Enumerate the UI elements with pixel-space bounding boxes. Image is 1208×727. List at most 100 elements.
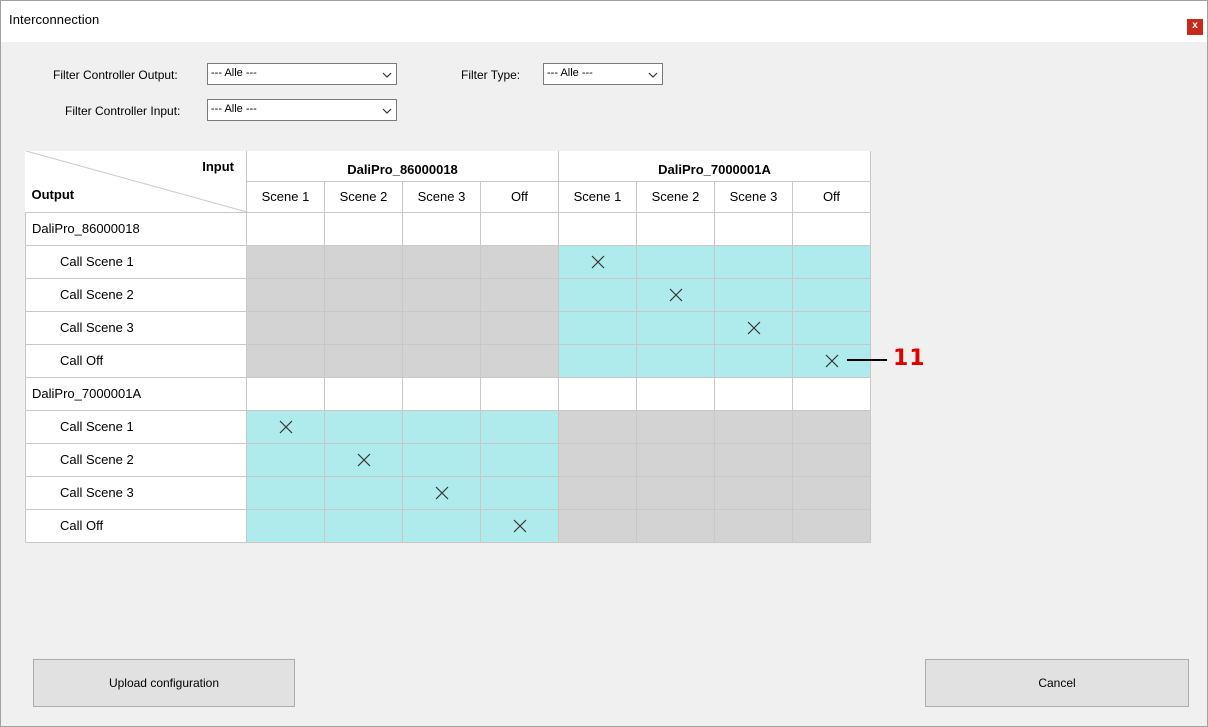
output-row-label: Call Off <box>25 508 247 543</box>
connection-cell[interactable] <box>402 442 481 477</box>
connection-cell[interactable] <box>480 475 559 510</box>
output-row-label: Call Scene 2 <box>25 277 247 312</box>
connection-cell <box>246 277 325 312</box>
connection-cell[interactable] <box>324 409 403 444</box>
connection-x-icon <box>669 288 682 301</box>
input-column-header: Scene 3 <box>402 180 481 213</box>
connection-cell <box>324 310 403 345</box>
cancel-button[interactable]: Cancel <box>925 659 1189 707</box>
chevron-down-icon <box>382 108 392 114</box>
input-column-header: Scene 3 <box>714 180 793 213</box>
output-group-header: DaliPro_7000001A <box>25 376 247 411</box>
connection-cell <box>558 409 637 444</box>
filter-output-select[interactable]: --- Alle --- <box>207 63 397 85</box>
filter-input-select[interactable]: --- Alle --- <box>207 99 397 121</box>
group-spacer-cell <box>636 211 715 246</box>
connection-cell[interactable] <box>714 343 793 378</box>
input-column-header: Scene 1 <box>558 180 637 213</box>
output-row-label: Call Scene 1 <box>25 244 247 279</box>
connection-cell[interactable] <box>246 508 325 543</box>
connection-x-icon <box>357 453 370 466</box>
connection-cell <box>480 343 559 378</box>
group-spacer-cell <box>480 376 559 411</box>
connection-cell <box>558 475 637 510</box>
connection-cell[interactable] <box>636 310 715 345</box>
connection-cell[interactable] <box>324 475 403 510</box>
group-spacer-cell <box>558 376 637 411</box>
output-row-label: Call Scene 1 <box>25 409 247 444</box>
input-group-header: DaliPro_7000001A <box>558 151 871 182</box>
connection-cell[interactable] <box>324 508 403 543</box>
connection-cell[interactable] <box>402 508 481 543</box>
connection-cell <box>792 442 871 477</box>
connection-cell <box>714 409 793 444</box>
table-row: Call Scene 3 <box>25 475 871 510</box>
table-row: Call Scene 1 <box>25 244 871 279</box>
connection-cell[interactable] <box>636 343 715 378</box>
output-row-label: Call Scene 3 <box>25 475 247 510</box>
connection-cell <box>480 244 559 279</box>
connection-cell <box>792 475 871 510</box>
connection-cell <box>792 409 871 444</box>
output-row-label: Call Off <box>25 343 247 378</box>
connection-cell[interactable] <box>714 244 793 279</box>
connection-cell[interactable] <box>636 244 715 279</box>
connection-cell <box>480 277 559 312</box>
connection-cell[interactable] <box>636 277 715 312</box>
connection-cell[interactable] <box>246 409 325 444</box>
connection-cell <box>714 475 793 510</box>
connection-cell <box>402 343 481 378</box>
connection-cell[interactable] <box>792 277 871 312</box>
connection-cell[interactable] <box>558 277 637 312</box>
connection-cell <box>636 508 715 543</box>
connection-cell[interactable] <box>792 244 871 279</box>
group-spacer-cell <box>324 211 403 246</box>
group-spacer-cell <box>636 376 715 411</box>
group-spacer-cell <box>714 211 793 246</box>
group-spacer-cell <box>714 376 793 411</box>
connection-cell[interactable] <box>246 475 325 510</box>
matrix-corner: Input Output <box>25 151 247 213</box>
interconnection-matrix: Input Output DaliPro_86000018 DaliPro_70… <box>25 151 871 543</box>
connection-cell <box>246 343 325 378</box>
connection-cell <box>480 310 559 345</box>
table-row: Call Scene 1 <box>25 409 871 444</box>
connection-cell[interactable] <box>558 343 637 378</box>
table-row: Call Off <box>25 343 871 378</box>
filter-input-label: Filter Controller Input: <box>65 104 181 118</box>
close-button[interactable]: x <box>1187 19 1203 35</box>
connection-cell <box>246 310 325 345</box>
connection-cell[interactable] <box>402 409 481 444</box>
annotation-number: 11 <box>893 346 926 371</box>
connection-cell[interactable] <box>324 442 403 477</box>
input-column-header: Scene 2 <box>324 180 403 213</box>
connection-cell <box>402 310 481 345</box>
corner-output-label: Output <box>31 186 75 202</box>
connection-cell[interactable] <box>792 310 871 345</box>
upload-configuration-button[interactable]: Upload configuration <box>33 659 295 707</box>
connection-cell <box>324 343 403 378</box>
connection-cell[interactable] <box>480 409 559 444</box>
connection-cell[interactable] <box>480 508 559 543</box>
input-column-header: Scene 2 <box>636 180 715 213</box>
group-spacer-cell <box>480 211 559 246</box>
annotation-leader-line <box>847 359 887 361</box>
connection-cell[interactable] <box>402 475 481 510</box>
interconnection-window: Interconnection x Filter Controller Outp… <box>0 0 1208 727</box>
connection-cell[interactable] <box>558 310 637 345</box>
filter-type-value: --- Alle --- <box>547 67 593 79</box>
chevron-down-icon <box>648 72 658 78</box>
filter-input-value: --- Alle --- <box>211 103 257 115</box>
connection-cell[interactable] <box>480 442 559 477</box>
filter-type-select[interactable]: --- Alle --- <box>543 63 663 85</box>
connection-x-icon <box>825 354 838 367</box>
connection-cell[interactable] <box>714 277 793 312</box>
connection-cell[interactable] <box>246 442 325 477</box>
filter-type-label: Filter Type: <box>461 68 521 82</box>
group-spacer-cell <box>402 376 481 411</box>
connection-cell[interactable] <box>558 244 637 279</box>
output-group-header: DaliPro_86000018 <box>25 211 247 246</box>
connection-cell[interactable] <box>714 310 793 345</box>
connection-x-icon <box>591 255 604 268</box>
connection-cell <box>636 475 715 510</box>
